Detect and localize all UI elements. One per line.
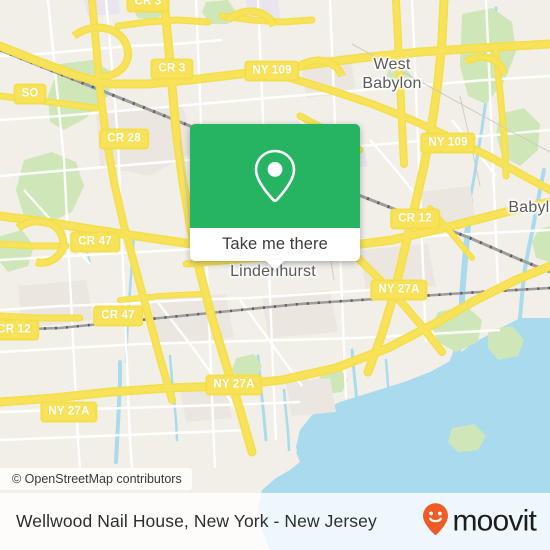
road-shield: CR 47 (70, 231, 120, 253)
take-me-there-label: Take me there (222, 235, 328, 253)
map-page: CR 3 CR 3 NY 109 SO CR 28 NY 109 CR 12 C… (0, 0, 550, 550)
location-callout-card[interactable]: Take me there (190, 124, 360, 270)
road-shield: CR 3 (150, 58, 194, 80)
moovit-wordmark: moovit (452, 504, 536, 538)
road-shield: CR 3 (126, 0, 170, 13)
road-shield: NY 27A (40, 401, 98, 423)
map-pin-icon (252, 148, 298, 204)
place-label-line2: Babylon (362, 75, 422, 92)
moovit-logo[interactable]: moovit (422, 502, 537, 541)
place-label-west-babylon: West Babylon (362, 55, 421, 93)
road-shield: NY 27A (205, 374, 263, 396)
take-me-there-button[interactable]: Take me there (190, 228, 360, 261)
place-label-babylon: Babylon (508, 199, 550, 216)
footer-bar: Wellwood Nail House, New York - New Jers… (0, 493, 550, 550)
page-title: Wellwood Nail House, New York - New Jers… (16, 511, 377, 531)
road-shield: NY 109 (244, 60, 300, 82)
road-shield: SO (13, 83, 47, 105)
callout-pointer (265, 260, 285, 270)
map-attribution[interactable]: © OpenStreetMap contributors (0, 468, 192, 490)
moovit-smiley-pin-icon (422, 502, 449, 541)
road-shield: NY 109 (420, 132, 476, 154)
place-label-line1: West (373, 56, 411, 73)
road-shield: CR 12 (390, 208, 440, 230)
road-shield: CR 12 (0, 319, 39, 341)
road-shield: CR 28 (99, 128, 149, 150)
road-shield: NY 27A (370, 279, 428, 301)
callout-image-area (190, 124, 360, 228)
attribution-text: © OpenStreetMap contributors (12, 472, 182, 486)
road-shield: CR 47 (93, 305, 143, 327)
